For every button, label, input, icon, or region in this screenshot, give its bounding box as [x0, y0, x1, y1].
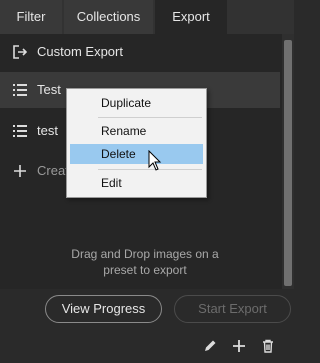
preset-label: Custom Export — [37, 44, 123, 59]
menu-item-duplicate[interactable]: Duplicate — [70, 93, 203, 113]
drag-drop-hint: Drag and Drop images on a preset to expo… — [40, 246, 250, 278]
plus-icon — [14, 165, 26, 177]
menu-separator — [98, 117, 202, 118]
preset-label: Test — [37, 82, 61, 97]
tab-export[interactable]: Export — [155, 0, 227, 34]
start-export-button[interactable]: Start Export — [174, 295, 291, 323]
list-icon — [13, 125, 27, 137]
export-icon — [13, 45, 28, 59]
menu-item-delete[interactable]: Delete — [70, 144, 203, 164]
menu-item-rename[interactable]: Rename — [70, 121, 203, 141]
tab-bar-filler — [229, 0, 294, 34]
trash-icon[interactable] — [260, 338, 276, 354]
menu-item-edit[interactable]: Edit — [70, 173, 203, 193]
plus-icon[interactable] — [231, 338, 247, 354]
mouse-cursor-icon — [148, 150, 162, 171]
tab-bar: Filter Collections Export — [0, 0, 294, 34]
preset-label: test — [37, 123, 58, 138]
list-icon — [13, 84, 27, 96]
hint-line-2: preset to export — [103, 263, 187, 277]
preset-custom-export[interactable]: Custom Export — [0, 34, 280, 70]
view-progress-button[interactable]: View Progress — [45, 295, 162, 323]
bottom-toolbar — [0, 332, 294, 363]
menu-item-label: Edit — [101, 176, 122, 190]
tab-collections[interactable]: Collections — [64, 0, 153, 34]
tab-filter[interactable]: Filter — [0, 0, 62, 34]
preset-label: Creat — [37, 163, 69, 178]
menu-item-label: Delete — [101, 147, 136, 161]
menu-item-label: Rename — [101, 124, 147, 138]
context-menu: Duplicate Rename Delete Edit — [66, 88, 207, 198]
pencil-icon[interactable] — [202, 338, 218, 354]
hint-line-1: Drag and Drop images on a — [71, 247, 219, 261]
menu-item-label: Duplicate — [101, 96, 152, 110]
scrollbar-thumb[interactable] — [284, 40, 292, 286]
